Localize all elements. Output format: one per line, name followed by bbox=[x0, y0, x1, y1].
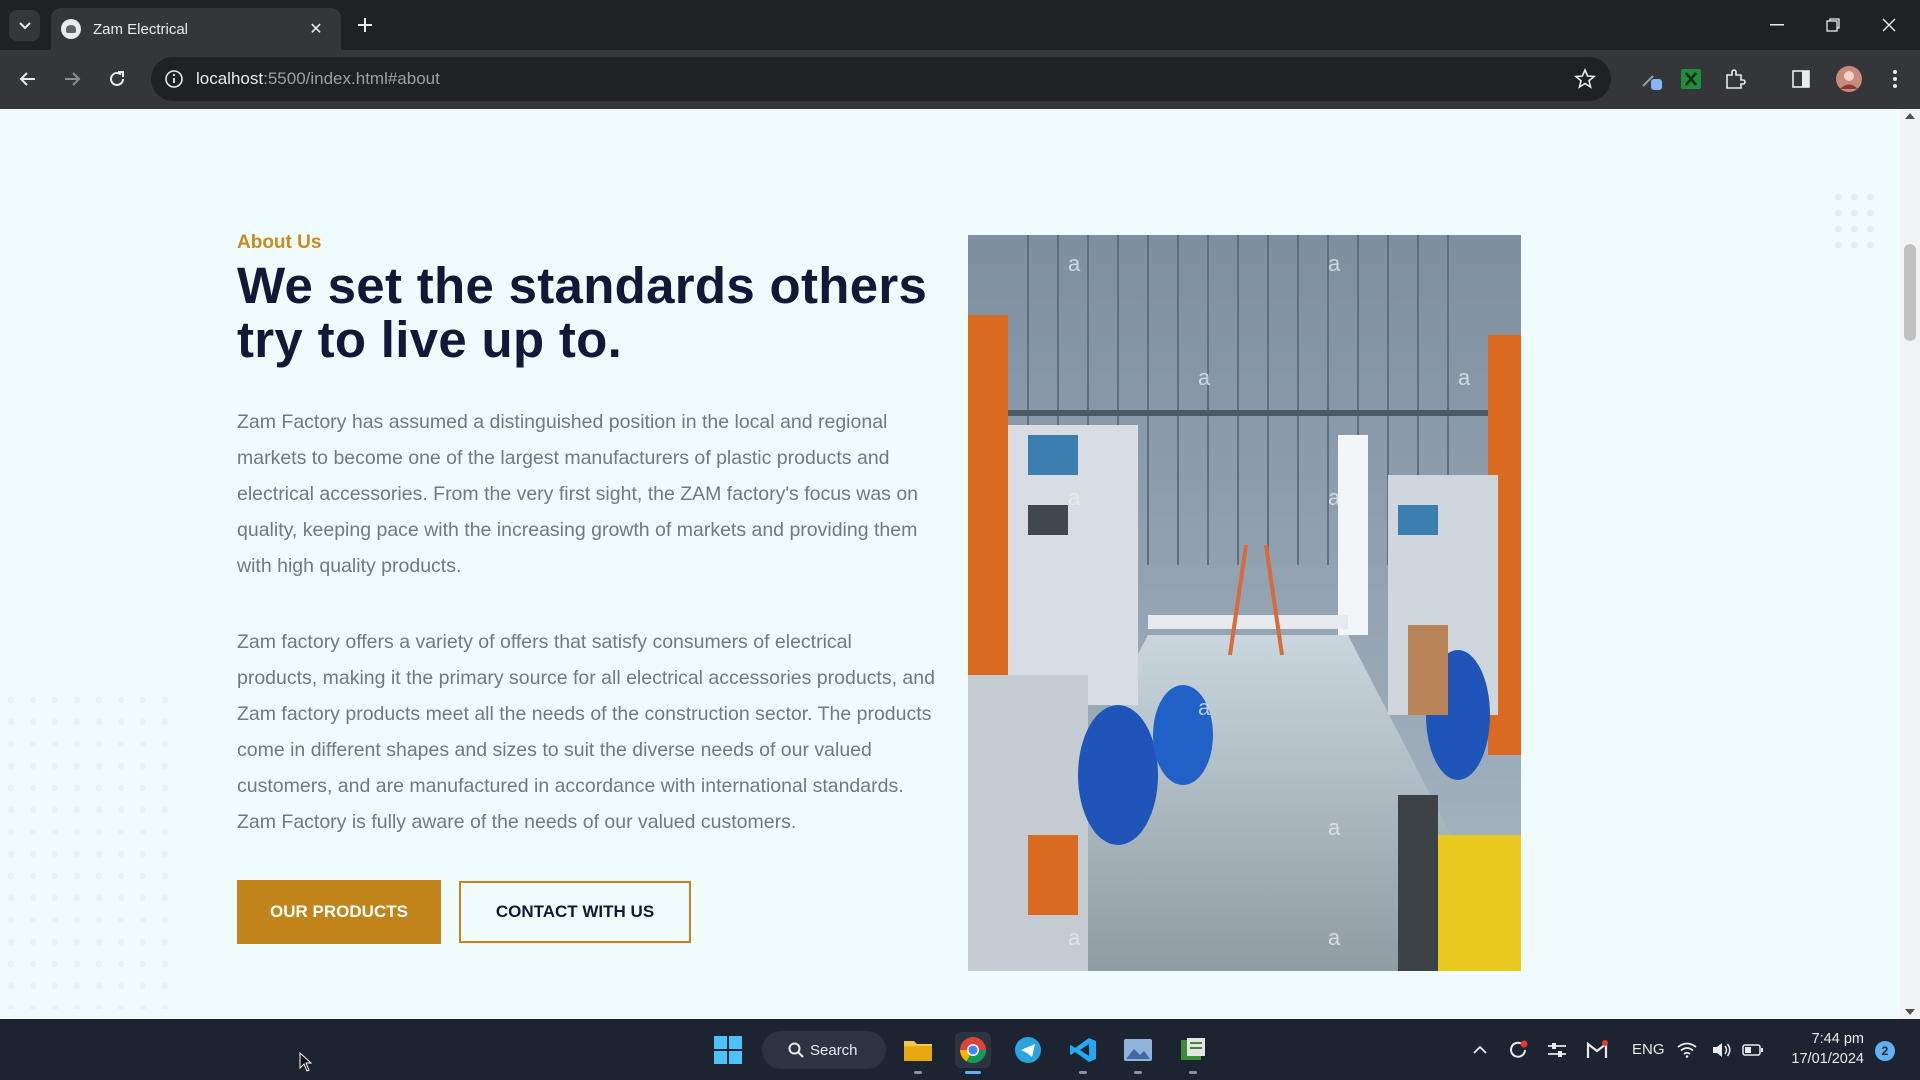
forward-button[interactable] bbox=[55, 62, 89, 96]
about-paragraph-2: Zam factory offers a variety of offers t… bbox=[237, 631, 935, 833]
running-indicator bbox=[914, 1071, 922, 1074]
page-scrollbar[interactable] bbox=[1900, 109, 1920, 1019]
new-tab-button[interactable] bbox=[352, 12, 378, 38]
page-viewport: About Us We set the standards others try… bbox=[0, 109, 1900, 1019]
minimize-button[interactable] bbox=[1749, 0, 1805, 50]
scroll-up-icon[interactable] bbox=[1905, 113, 1915, 119]
favicon bbox=[61, 19, 81, 39]
running-indicator bbox=[1189, 1071, 1197, 1074]
factory-illustration: a a a a a a a a a a bbox=[968, 235, 1521, 971]
system-clock[interactable]: 7:44 pm 17/01/2024 bbox=[1780, 1029, 1864, 1069]
gmail-icon[interactable] bbox=[1579, 1032, 1615, 1068]
back-icon bbox=[19, 72, 35, 86]
decorative-dots bbox=[1830, 189, 1880, 249]
watermark: a bbox=[1198, 365, 1211, 390]
sidebar-icon[interactable] bbox=[1786, 64, 1816, 94]
restore-icon bbox=[1826, 18, 1840, 32]
reload-button[interactable] bbox=[100, 62, 134, 96]
file-explorer-icon[interactable] bbox=[900, 1032, 936, 1074]
volume-icon[interactable] bbox=[1709, 1032, 1735, 1068]
window-close-icon bbox=[1882, 18, 1896, 32]
factory-image: a a a a a a a a a a bbox=[968, 235, 1521, 971]
forward-icon bbox=[65, 72, 81, 86]
plus-icon bbox=[358, 18, 372, 32]
watermark: a bbox=[1328, 485, 1341, 510]
watermark: a bbox=[1068, 925, 1081, 950]
browser-toolbar: localhost:5500/index.html#about bbox=[0, 50, 1920, 109]
decorative-dots-left bbox=[0, 689, 180, 1009]
restore-button[interactable] bbox=[1805, 0, 1861, 50]
back-button[interactable] bbox=[11, 62, 45, 96]
excel-extension-icon[interactable] bbox=[1676, 64, 1706, 94]
taskbar-search-label: Search bbox=[810, 1041, 858, 1059]
section-eyebrow: About Us bbox=[237, 232, 322, 253]
browser-tab[interactable]: Zam Electrical ✕ bbox=[51, 8, 341, 50]
our-products-button[interactable]: OUR PRODUCTS bbox=[237, 880, 441, 944]
watermark: a bbox=[1458, 365, 1471, 390]
settings-sliders-icon[interactable] bbox=[1539, 1032, 1575, 1068]
tab-title: Zam Electrical bbox=[93, 20, 189, 38]
url-path: :5500/index.html#about bbox=[263, 69, 440, 88]
clock-time: 7:44 pm bbox=[1811, 1031, 1864, 1047]
extension-icon[interactable] bbox=[1720, 64, 1750, 94]
photos-icon[interactable] bbox=[1120, 1032, 1156, 1074]
scrollbar-thumb[interactable] bbox=[1904, 244, 1916, 341]
running-indicator bbox=[1079, 1071, 1087, 1074]
watermark: a bbox=[1068, 251, 1081, 276]
telegram-icon[interactable] bbox=[1010, 1032, 1046, 1068]
running-indicator bbox=[1134, 1071, 1142, 1074]
sync-icon[interactable] bbox=[1500, 1032, 1536, 1068]
mouse-cursor-icon bbox=[299, 1052, 313, 1072]
taskbar-search[interactable]: Search bbox=[762, 1031, 886, 1069]
notification-badge[interactable]: 2 bbox=[1875, 1041, 1895, 1061]
url-host: localhost bbox=[196, 69, 264, 88]
avatar[interactable] bbox=[1834, 64, 1864, 94]
active-indicator bbox=[965, 1071, 981, 1074]
watermark: a bbox=[1068, 485, 1081, 510]
minimize-icon bbox=[1770, 24, 1784, 26]
close-tab-icon[interactable]: ✕ bbox=[305, 18, 327, 40]
clock-date: 17/01/2024 bbox=[1791, 1051, 1864, 1067]
chevron-down-icon bbox=[18, 21, 31, 29]
start-icon[interactable] bbox=[710, 1032, 746, 1068]
watermark: a bbox=[1328, 815, 1341, 840]
wifi-icon[interactable] bbox=[1674, 1032, 1700, 1068]
language-indicator[interactable]: ENG bbox=[1632, 1041, 1665, 1058]
about-heading: We set the standards others try to live … bbox=[237, 257, 928, 368]
watermark: a bbox=[1328, 925, 1341, 950]
search-icon bbox=[788, 1042, 804, 1058]
menu-icon[interactable] bbox=[1880, 64, 1910, 94]
contact-button[interactable]: CONTACT WITH US bbox=[459, 881, 691, 943]
scroll-down-icon[interactable] bbox=[1905, 1009, 1915, 1015]
watermark: a bbox=[1328, 251, 1341, 276]
chrome-icon[interactable] bbox=[955, 1032, 991, 1074]
url-text[interactable]: localhost:5500/index.html#about bbox=[196, 69, 440, 89]
window-close-button[interactable] bbox=[1861, 0, 1917, 50]
taskbar: Search ENG 7:44 pm 17/01/2024 2 bbox=[0, 1019, 1920, 1080]
watermark: a bbox=[1198, 695, 1211, 720]
browser-tab-strip: Zam Electrical ✕ bbox=[0, 0, 1920, 50]
vscode-icon[interactable] bbox=[1065, 1032, 1101, 1074]
about-paragraph-1: Zam Factory has assumed a distinguished … bbox=[237, 411, 919, 577]
tray-overflow-icon[interactable] bbox=[1462, 1032, 1498, 1068]
tab-list-button[interactable] bbox=[9, 10, 40, 41]
reload-icon bbox=[110, 71, 124, 86]
address-bar[interactable]: localhost:5500/index.html#about bbox=[151, 57, 1611, 101]
battery-icon[interactable] bbox=[1740, 1032, 1766, 1068]
site-info-icon[interactable] bbox=[163, 68, 185, 90]
app-icon[interactable] bbox=[1175, 1032, 1211, 1074]
star-icon[interactable] bbox=[1573, 67, 1597, 91]
eyedropper-extension-icon[interactable] bbox=[1636, 64, 1666, 94]
